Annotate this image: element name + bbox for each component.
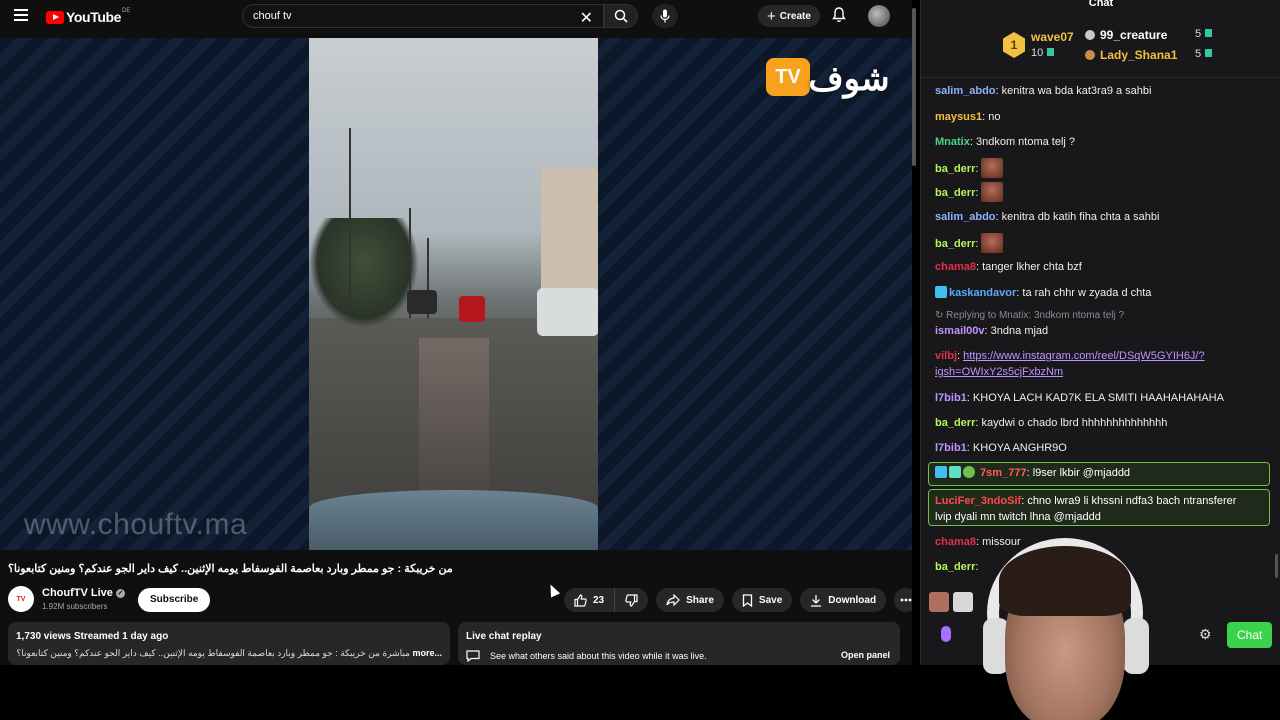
- share-button[interactable]: Share: [656, 588, 724, 612]
- leader-second-user[interactable]: 99_creature: [1085, 28, 1167, 42]
- chat-message: ba_derr: kaydwi o chado lbrd hhhhhhhhhhh…: [935, 417, 1168, 429]
- microphone-icon: [660, 9, 670, 23]
- highlighted-chat-message: 7sm_777: l9ser lkbir @mjaddd: [928, 462, 1270, 486]
- youtube-play-icon: [46, 10, 64, 24]
- video-frame: [309, 38, 598, 550]
- bits-icon: [1205, 49, 1213, 57]
- live-chat-replay-title: Live chat replay: [466, 631, 542, 642]
- bits-icon: [1047, 48, 1055, 56]
- chat-message: salim_abdo: kenitra wa bda kat3ra9 a sah…: [935, 85, 1152, 97]
- streamer-webcam: [965, 528, 1175, 720]
- page-scrollbar[interactable]: [911, 0, 917, 665]
- download-icon: [811, 594, 822, 607]
- bronze-badge-icon: [1085, 50, 1095, 60]
- chat-message: Mnatix: 3ndkom ntoma telj ?: [935, 136, 1076, 148]
- emote-image[interactable]: [929, 592, 949, 612]
- microphone-icon[interactable]: [941, 626, 951, 642]
- emote-image[interactable]: [981, 182, 1004, 202]
- chat-leaderboard: 1 wave07 10 99_creature 5 Lady_Shana1 5: [921, 12, 1280, 78]
- video-watermark: www.chouftv.ma: [24, 508, 248, 541]
- video-title: من خريبكة : جو ممطر وبارد بعاصمة الفوسفا…: [8, 563, 453, 575]
- subscriber-count: 1.92M subscribers: [42, 602, 108, 611]
- leader-first-user[interactable]: wave07: [1031, 30, 1074, 44]
- more-actions-button[interactable]: [894, 588, 912, 612]
- like-dislike-bar: 23: [564, 588, 649, 612]
- chouftv-channel-logo: TV شوف: [766, 52, 892, 106]
- show-more-link[interactable]: ...more: [412, 648, 442, 658]
- chat-message: ismail00v: 3ndna mjad: [935, 325, 1049, 337]
- chat-message: ba_derr:: [935, 182, 1004, 202]
- verified-icon: ✓: [115, 589, 125, 598]
- clear-search-icon[interactable]: ✕: [580, 8, 593, 28]
- search-button[interactable]: [604, 4, 638, 28]
- live-chat-replay-text: See what others said about this video wh…: [490, 651, 707, 661]
- share-icon: [666, 594, 680, 606]
- chat-message: kaskandavor: ta rah chhr w zyada d chta: [935, 286, 1151, 299]
- chat-settings-gear-icon[interactable]: ⚙: [1199, 626, 1212, 643]
- chat-message: l7bib1: KHOYA LACH KAD7K ELA SMITI HAAHA…: [935, 392, 1224, 404]
- video-player[interactable]: www.chouftv.ma TV شوف: [0, 38, 912, 550]
- gifter-badge-icon: [949, 466, 961, 478]
- highlighted-chat-message: LuciFer_3ndoSif: chno lwra9 li khssni nd…: [928, 489, 1270, 526]
- youtube-pane: YouTube DE ✕ + Create: [0, 0, 912, 665]
- menu-icon[interactable]: [14, 9, 28, 21]
- plus-icon: +: [767, 7, 776, 25]
- youtube-logo[interactable]: YouTube DE: [46, 8, 130, 25]
- chat-message: salim_abdo: kenitra db katih fiha chta a…: [935, 211, 1160, 223]
- chat-scrollbar[interactable]: [1275, 84, 1279, 604]
- view-stats: 1,730 views Streamed 1 day ago: [16, 631, 169, 642]
- bell-icon: [832, 7, 846, 22]
- dislike-button[interactable]: [615, 588, 648, 612]
- rank-one-badge-icon: 1: [1003, 32, 1025, 58]
- chat-link[interactable]: https://www.instagram.com/reel/DSqW5GYIH…: [963, 350, 1204, 362]
- open-panel-button[interactable]: Open panel: [841, 650, 890, 660]
- video-actions: 23 Share Save Download: [564, 588, 912, 612]
- chat-link[interactable]: igsh=OWIxY2s5cjFxbzNm: [935, 366, 1063, 378]
- leader-third-count: 5: [1195, 48, 1213, 60]
- subscribe-button[interactable]: Subscribe: [138, 588, 211, 612]
- bookmark-icon: [742, 593, 753, 607]
- chat-message: maysus1: no: [935, 111, 1001, 123]
- chat-message: vilbj: https://www.instagram.com/reel/DS…: [935, 350, 1205, 362]
- description-text: ...more مباشرة من خريبكة : جو ممطر وبارد…: [16, 648, 442, 658]
- chat-title: Chat: [1088, 0, 1114, 9]
- bits-icon: [1205, 29, 1213, 37]
- chat-message: ba_derr:: [935, 158, 1004, 178]
- chat-message-continuation: igsh=OWIxY2s5cjFxbzNm: [935, 366, 1063, 378]
- create-button[interactable]: + Create: [758, 5, 820, 27]
- chat-message: l7bib1: KHOYA ANGHR9O: [935, 442, 1067, 454]
- notifications-button[interactable]: [832, 7, 846, 28]
- search-icon: [614, 9, 628, 23]
- streamer-hair: [999, 546, 1131, 616]
- send-chat-button[interactable]: Chat: [1227, 622, 1273, 648]
- thumbs-up-icon: [574, 593, 587, 607]
- youtube-header: YouTube DE ✕ + Create: [0, 0, 912, 34]
- search-input[interactable]: [253, 10, 573, 22]
- voice-search-button[interactable]: [652, 4, 678, 28]
- emote-image[interactable]: [981, 233, 1004, 253]
- like-button[interactable]: 23: [564, 588, 616, 612]
- silver-badge-icon: [1085, 30, 1095, 40]
- account-avatar[interactable]: [868, 5, 890, 27]
- chat-bubble-icon: [466, 650, 480, 662]
- chat-message: chama8: tanger lkher chta bzf: [935, 261, 1082, 273]
- leader-first-count: 10: [1031, 47, 1055, 59]
- search-box: ✕: [242, 4, 604, 28]
- channel-avatar[interactable]: TV: [8, 586, 34, 612]
- live-chat-replay-panel: Live chat replay See what others said ab…: [458, 622, 900, 665]
- description-box[interactable]: 1,730 views Streamed 1 day ago ...more م…: [8, 622, 450, 665]
- reply-context[interactable]: ↻ Replying to Mnatix: 3ndkom ntoma telj …: [935, 310, 1124, 321]
- user-badge-icon: [963, 466, 975, 478]
- channel-name[interactable]: ChoufTV Live ✓: [42, 587, 125, 599]
- subscriber-badge-icon: [935, 466, 947, 478]
- leader-third-user[interactable]: Lady_Shana1: [1085, 48, 1177, 62]
- thumbs-down-icon: [625, 593, 638, 607]
- chat-message: ba_derr:: [935, 233, 1004, 253]
- save-button[interactable]: Save: [731, 588, 793, 612]
- emote-image[interactable]: [981, 158, 1004, 178]
- subscriber-badge-icon: [935, 286, 947, 298]
- leader-second-count: 5: [1195, 28, 1213, 40]
- download-button[interactable]: Download: [800, 588, 887, 612]
